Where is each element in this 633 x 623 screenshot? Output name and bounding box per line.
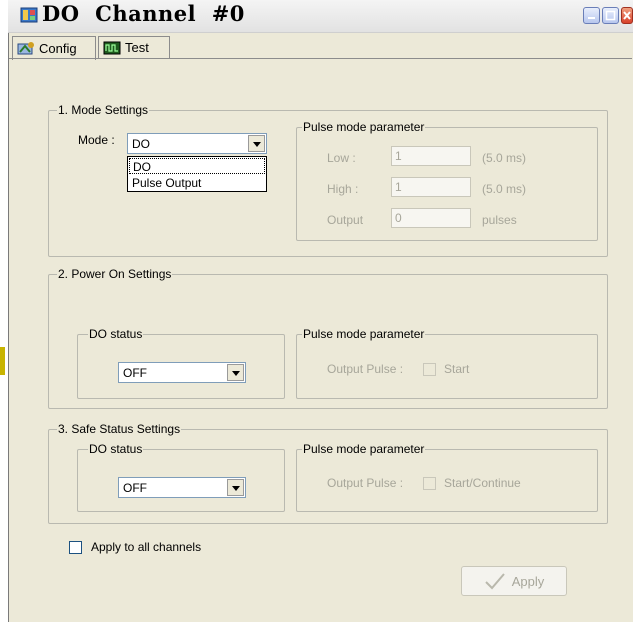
high-unit: (5.0 ms) [482, 182, 527, 196]
test-icon [103, 41, 121, 54]
config-icon [17, 41, 34, 54]
low-label: Low : [327, 151, 356, 165]
output-field[interactable]: 0 [391, 208, 471, 228]
chevron-down-icon[interactable] [227, 479, 244, 496]
safe-do-status-legend: DO status [88, 442, 144, 456]
close-button[interactable] [621, 7, 633, 24]
mode-dropdown-list[interactable]: DO Pulse Output [127, 156, 267, 192]
dropdown-option-pulse-output[interactable]: Pulse Output [129, 175, 265, 191]
mode-select-value: DO [132, 137, 150, 151]
low-field[interactable]: 1 [391, 146, 471, 166]
tab-config-label: Config [39, 41, 77, 56]
high-field[interactable]: 1 [391, 177, 471, 197]
power-on-do-status-value: OFF [123, 366, 147, 380]
background-window-edge [0, 347, 5, 375]
safe-start-continue-checkbox[interactable] [423, 477, 436, 490]
title-bar[interactable]: DO Channel #0 [8, 0, 633, 33]
apply-all-checkbox[interactable] [69, 541, 82, 554]
chevron-down-icon[interactable] [248, 135, 265, 152]
close-icon [623, 11, 631, 20]
low-unit: (5.0 ms) [482, 151, 527, 165]
app-icon [20, 7, 38, 23]
tab-test-label: Test [125, 40, 149, 55]
minimize-button[interactable] [583, 7, 600, 24]
safe-pulse-legend: Pulse mode parameter [302, 442, 426, 456]
safe-status-settings-legend: 3. Safe Status Settings [57, 422, 182, 436]
power-on-do-status-legend: DO status [88, 327, 144, 341]
power-on-do-status-select[interactable]: OFF [118, 362, 246, 383]
output-label: Output [327, 213, 364, 227]
high-label: High : [327, 182, 359, 196]
power-on-output-pulse-label: Output Pulse : [327, 362, 404, 376]
checkmark-icon [485, 573, 505, 590]
mode-select[interactable]: DO [127, 133, 267, 154]
mode-label: Mode : [78, 133, 115, 147]
power-on-settings-legend: 2. Power On Settings [57, 267, 173, 281]
apply-button-label: Apply [511, 573, 545, 589]
safe-do-status-select[interactable]: OFF [118, 477, 246, 498]
tab-config[interactable]: Config [12, 36, 96, 60]
apply-all-label: Apply to all channels [91, 540, 202, 554]
safe-start-continue-label: Start/Continue [444, 476, 521, 490]
minimize-icon [588, 17, 595, 19]
tab-test[interactable]: Test [98, 36, 170, 58]
safe-output-pulse-label: Output Pulse : [327, 476, 404, 490]
window-title: DO Channel #0 [42, 1, 245, 26]
power-on-start-label: Start [444, 362, 470, 376]
chevron-down-icon[interactable] [227, 364, 244, 381]
safe-do-status-value: OFF [123, 481, 147, 495]
apply-button[interactable]: Apply [461, 566, 567, 596]
pulse-mode-legend: Pulse mode parameter [302, 120, 426, 134]
maximize-button[interactable] [602, 7, 619, 24]
mode-settings-legend: 1. Mode Settings [57, 103, 150, 117]
output-unit: pulses [482, 213, 517, 227]
dropdown-option-do[interactable]: DO [129, 158, 265, 174]
maximize-icon [605, 10, 616, 21]
power-on-pulse-legend: Pulse mode parameter [302, 327, 426, 341]
power-on-start-checkbox[interactable] [423, 363, 436, 376]
